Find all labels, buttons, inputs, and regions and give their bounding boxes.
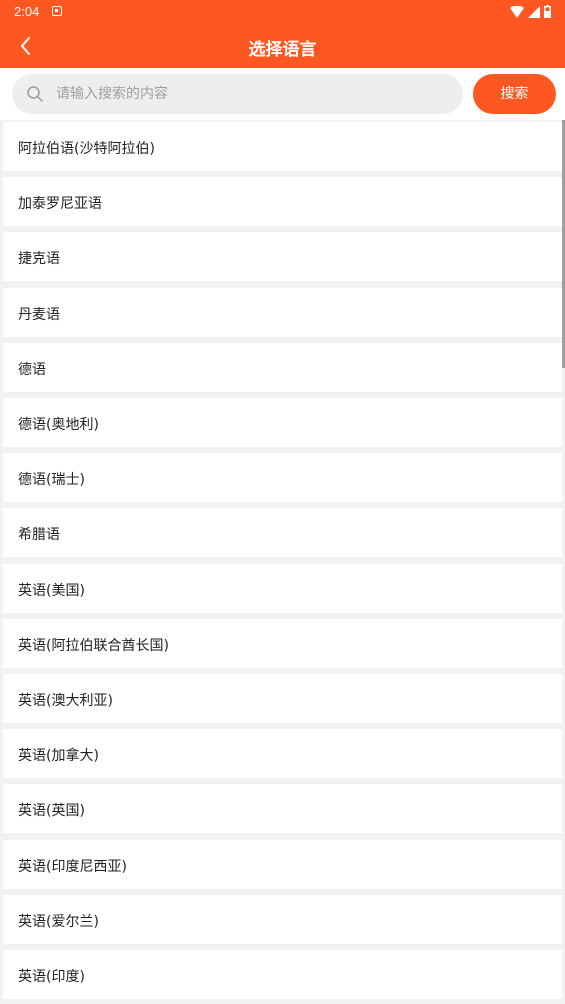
status-bar: 2:04 xyxy=(0,0,565,24)
cell-signal-icon xyxy=(528,5,540,18)
language-item[interactable]: 英语(阿拉伯联合酋长国) xyxy=(3,618,562,668)
language-item[interactable]: 希腊语 xyxy=(3,508,562,558)
search-field-container xyxy=(12,74,463,114)
language-item[interactable]: 德语(奥地利) xyxy=(3,398,562,447)
language-label: 英语(加拿大) xyxy=(18,748,99,765)
battery-icon xyxy=(544,5,551,18)
language-label: 德语(奥地利) xyxy=(18,417,99,433)
language-label: 希腊语 xyxy=(18,527,60,544)
language-label: 英语(美国) xyxy=(18,582,85,599)
language-item[interactable]: 德语(瑞士) xyxy=(3,453,562,503)
language-label: 阿拉伯语(沙特阿拉伯) xyxy=(18,141,155,157)
language-label: 加泰罗尼亚语 xyxy=(18,196,102,213)
language-label: 德语(瑞士) xyxy=(18,472,85,489)
notification-icon xyxy=(52,6,62,16)
language-item[interactable]: 英语(印度尼西亚) xyxy=(3,839,562,889)
search-icon xyxy=(27,86,43,102)
language-label: 捷克语 xyxy=(18,251,60,268)
language-label: 英语(爱尔兰) xyxy=(18,913,99,930)
language-label: 英语(印度) xyxy=(18,969,85,985)
language-item[interactable]: 捷克语 xyxy=(3,232,562,282)
status-time: 2:04 xyxy=(14,4,40,19)
language-item[interactable]: 德语 xyxy=(3,342,562,392)
language-item[interactable]: 英语(印度) xyxy=(3,950,562,999)
search-button[interactable]: 搜索 xyxy=(473,74,556,114)
language-label: 英语(阿拉伯联合酋长国) xyxy=(18,637,169,654)
status-icons xyxy=(510,5,551,18)
language-item[interactable]: 英语(澳大利亚) xyxy=(3,674,562,723)
language-list[interactable]: 阿拉伯语(沙特阿拉伯) 加泰罗尼亚语 捷克语丹麦语德语德语(奥地利) 德语(瑞士) 希腊… xyxy=(0,120,565,1004)
language-item[interactable]: 阿拉伯语(沙特阿拉伯) xyxy=(3,122,562,171)
language-label: 英语(澳大利亚) xyxy=(18,693,113,709)
language-label: 英语(英国) xyxy=(18,803,85,820)
language-item[interactable]: 英语(英国) xyxy=(3,784,562,834)
search-input[interactable] xyxy=(56,74,451,114)
language-item[interactable]: 加泰罗尼亚语 xyxy=(3,177,562,227)
search-bar: 搜索 xyxy=(0,68,565,120)
language-label: 丹麦语 xyxy=(18,306,60,323)
wifi-icon xyxy=(510,5,524,18)
title-bar: 选择语言 xyxy=(0,24,565,68)
page-title: 选择语言 xyxy=(248,40,317,60)
language-item[interactable]: 丹麦语 xyxy=(3,287,562,337)
language-item[interactable]: 英语(美国) xyxy=(3,563,562,613)
language-item[interactable]: 英语(爱尔兰) xyxy=(3,894,562,944)
language-item[interactable]: 英语(加拿大) xyxy=(3,729,562,779)
language-label: 英语(印度尼西亚) xyxy=(18,858,127,875)
language-label: 德语 xyxy=(18,361,46,378)
